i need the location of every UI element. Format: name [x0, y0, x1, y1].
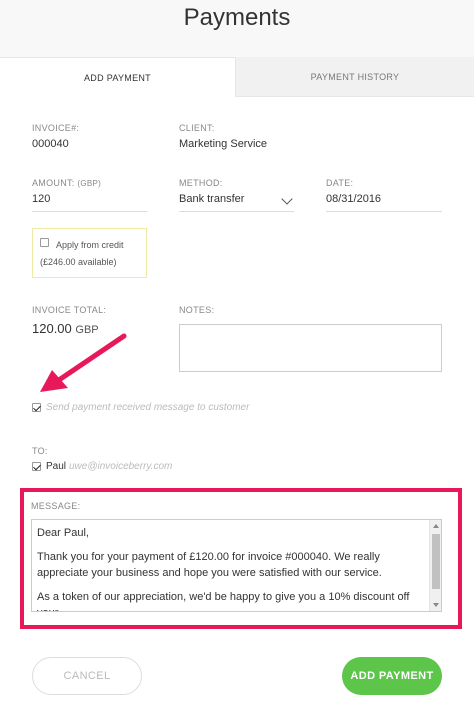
- recipient-name: Paul: [46, 461, 67, 472]
- amount-currency-label: (GBP): [77, 179, 102, 188]
- date-label: DATE:: [326, 178, 354, 188]
- message-line: Thank you for your payment of £120.00 fo…: [37, 551, 382, 579]
- method-label: METHOD:: [179, 178, 223, 188]
- method-select[interactable]: Bank transfer: [179, 193, 244, 205]
- date-underline: [326, 211, 442, 212]
- scroll-up-icon[interactable]: [433, 524, 439, 528]
- add-payment-button[interactable]: ADD PAYMENT: [342, 657, 442, 695]
- scroll-down-icon[interactable]: [433, 603, 439, 607]
- invoice-number: 000040: [32, 138, 69, 150]
- method-underline: [179, 211, 294, 212]
- notes-label: NOTES:: [179, 305, 215, 315]
- amount-underline: [32, 211, 147, 212]
- recipient-email: uwe@invoiceberry.com: [69, 461, 173, 472]
- client-label: CLIENT:: [179, 123, 215, 133]
- annotation-arrow-icon: [40, 333, 127, 392]
- cancel-button[interactable]: CANCEL: [32, 657, 142, 695]
- amount-label: AMOUNT: (GBP): [32, 178, 101, 188]
- amount-input[interactable]: 120: [32, 193, 50, 205]
- message-line: Dear Paul,: [37, 527, 89, 539]
- tab-payment-history[interactable]: PAYMENT HISTORY: [236, 57, 474, 97]
- amount-label-text: AMOUNT:: [32, 178, 75, 188]
- message-textarea[interactable]: Dear Paul, Thank you for your payment of…: [31, 519, 442, 612]
- client-name: Marketing Service: [179, 138, 268, 150]
- apply-credit-checkbox[interactable]: [40, 238, 49, 247]
- scroll-thumb[interactable]: [432, 534, 440, 589]
- to-label: TO:: [32, 446, 48, 456]
- tab-bar: ADD PAYMENT PAYMENT HISTORY: [0, 57, 474, 97]
- invoice-label: INVOICE#:: [32, 123, 80, 133]
- message-label: MESSAGE:: [31, 501, 81, 511]
- date-input[interactable]: 08/31/2016: [326, 193, 381, 205]
- tab-add-payment[interactable]: ADD PAYMENT: [0, 57, 236, 97]
- invoice-total-label: INVOICE TOTAL:: [32, 305, 107, 315]
- message-scrollbar[interactable]: [429, 520, 441, 611]
- send-message-label: Send payment received message to custome…: [46, 402, 250, 413]
- apply-credit-box: [32, 228, 147, 278]
- message-text: Dear Paul, Thank you for your payment of…: [37, 525, 429, 611]
- page-title: Payments: [183, 4, 291, 31]
- message-line: As a token of our appreciation, we'd be …: [37, 591, 410, 611]
- recipient-checkbox[interactable]: [32, 462, 41, 471]
- apply-credit-label: Apply from credit: [56, 240, 124, 250]
- credit-available: (£246.00 available): [40, 257, 117, 267]
- send-message-checkbox[interactable]: [32, 403, 41, 412]
- notes-textarea[interactable]: [179, 324, 442, 372]
